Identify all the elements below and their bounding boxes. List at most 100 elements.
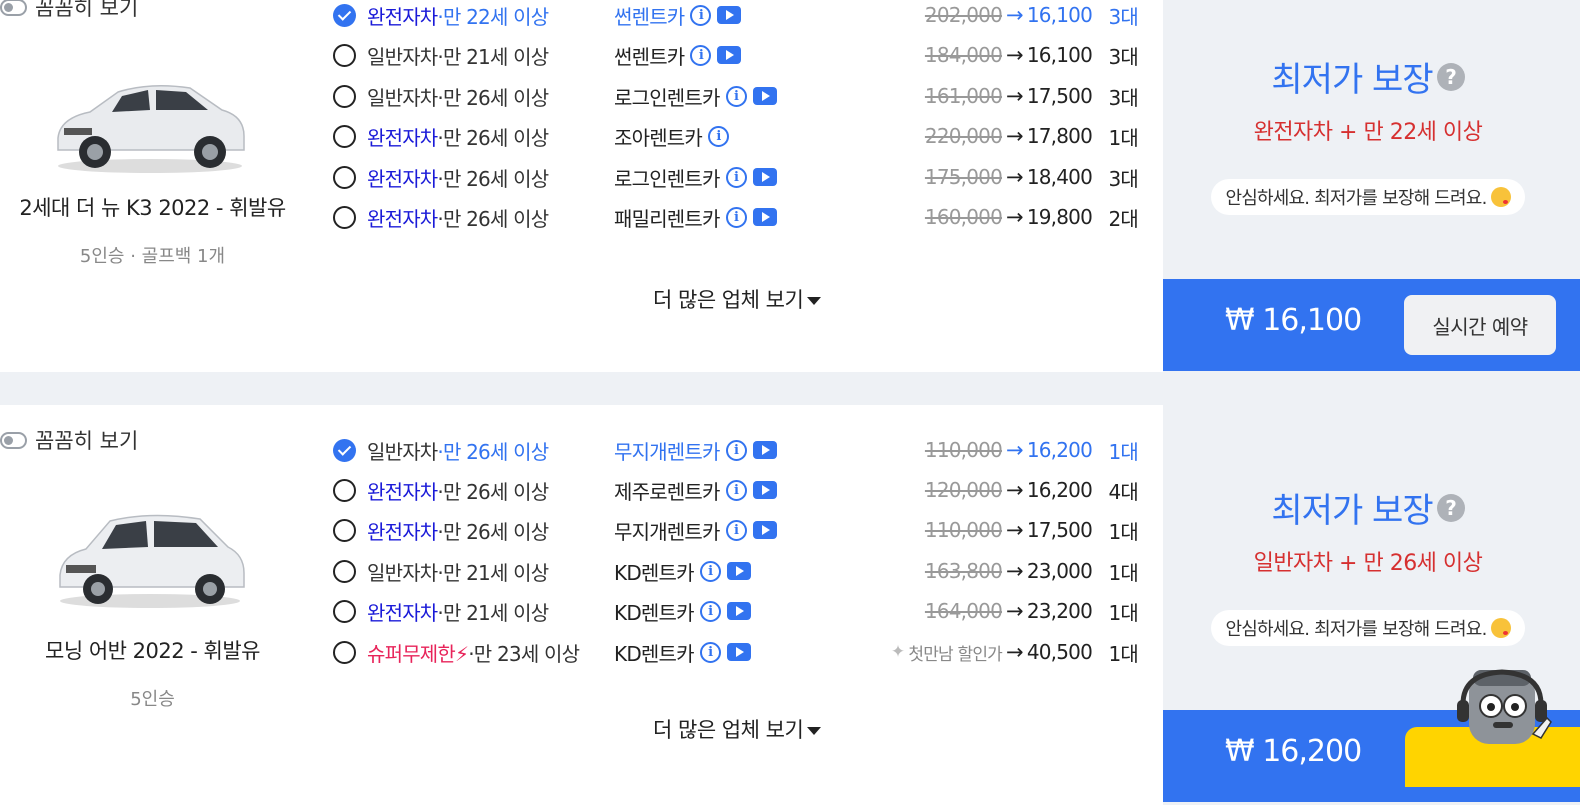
info-icon[interactable]: i — [725, 439, 747, 461]
info-icon[interactable]: i — [708, 125, 729, 147]
help-icon[interactable]: ? — [1436, 493, 1465, 522]
offer-radio[interactable] — [333, 165, 356, 189]
offer-row[interactable]: 일반자차·만 21세 이상 KD렌트카 i 163,800 → 23,000 1대 — [333, 556, 1143, 586]
vendor-name[interactable]: 로그인렌트카 — [614, 163, 720, 192]
video-play-icon[interactable] — [752, 168, 777, 186]
vendor-name[interactable]: 제주로렌트카 — [614, 476, 720, 505]
arrow-right-icon: → — [1006, 438, 1024, 462]
detail-toggle[interactable]: 꼼꼼히 보기 — [0, 425, 138, 455]
vendor-name[interactable]: 패밀리렌트카 — [614, 203, 720, 232]
vendor-name[interactable]: KD렌트카 — [614, 597, 695, 626]
detail-toggle[interactable]: 꼼꼼히 보기 — [0, 0, 138, 22]
reserve-button[interactable]: 실시간 예약 — [1404, 295, 1556, 355]
guarantee-title: 최저가 보장 ? — [1163, 483, 1573, 532]
offer-radio[interactable] — [333, 124, 356, 148]
offer-row[interactable]: 완전자차·만 26세 이상 패밀리렌트카 i 160,000 → 19,800 2대 — [333, 202, 1143, 232]
vendor-name[interactable]: KD렌트카 — [614, 557, 695, 586]
original-price: 220,000 — [924, 124, 1003, 148]
vendor-name[interactable]: 조아렌트카 — [614, 122, 703, 151]
offer-radio[interactable] — [333, 518, 356, 542]
offer-row[interactable]: 완전자차·만 26세 이상 조아렌트카 i 220,000 → 17,800 1대 — [333, 121, 1143, 151]
vendor-name[interactable]: 썬렌트카 — [614, 1, 685, 30]
offer-radio[interactable] — [333, 599, 356, 623]
price-bar: ₩ 16,100 실시간 예약 — [1163, 279, 1580, 371]
car-count: 4대 — [1108, 479, 1138, 504]
assure-text: 안심하세요. 최저가를 보장해 드려요. — [1225, 619, 1487, 640]
caret-down-icon — [807, 726, 822, 735]
vendor: 패밀리렌트카 i — [614, 203, 777, 232]
info-icon[interactable]: i — [690, 4, 712, 26]
guarantee-condition: 완전자차 + 만 22세 이상 — [1253, 120, 1483, 145]
offer-radio[interactable] — [333, 205, 356, 229]
vendor-name[interactable]: KD렌트카 — [614, 638, 695, 667]
final-price: 16,100 — [1026, 3, 1093, 27]
age-condition: ·만 26세 이상 — [437, 519, 549, 544]
plan-name: 완전자차 — [367, 4, 438, 29]
offer-row[interactable]: 완전자차·만 26세 이상 무지개렌트카 i 110,000 → 17,500 1대 — [333, 515, 1143, 545]
info-icon[interactable]: i — [725, 206, 747, 228]
vendor-name[interactable]: 로그인렌트카 — [614, 82, 720, 111]
offer-row[interactable]: 일반자차·만 21세 이상 썬렌트카 i 184,000 → 16,100 3대 — [333, 40, 1143, 70]
offer-radio[interactable] — [333, 84, 356, 108]
toggle-icon[interactable] — [0, 431, 27, 449]
info-icon[interactable]: i — [725, 479, 747, 501]
video-play-icon[interactable] — [717, 46, 742, 64]
car-count: 1대 — [1108, 600, 1138, 625]
vendor-name[interactable]: 무지개렌트카 — [614, 516, 720, 545]
offer-radio[interactable] — [333, 640, 356, 664]
age-condition: ·만 26세 이상 — [437, 125, 549, 150]
guarantee-condition: 일반자차 + 만 26세 이상 — [1253, 551, 1483, 576]
video-play-icon[interactable] — [726, 562, 751, 580]
guarantee-title-text: 최저가 보장 — [1271, 60, 1433, 100]
vendor-name[interactable]: 무지개렌트카 — [614, 436, 720, 465]
offer-radio[interactable] — [333, 43, 356, 67]
offer-row[interactable]: 완전자차·만 21세 이상 KD렌트카 i 164,000 → 23,200 1대 — [333, 596, 1143, 626]
vendor: 썬렌트카 i — [614, 41, 742, 70]
final-price: 17,500 — [1026, 518, 1093, 542]
original-price: 164,000 — [924, 599, 1003, 623]
arrow-right-icon: → — [1006, 84, 1024, 108]
offer-radio[interactable] — [333, 438, 356, 462]
help-icon[interactable]: ? — [1436, 62, 1465, 91]
video-play-icon[interactable] — [752, 87, 777, 105]
toggle-icon[interactable] — [0, 0, 27, 16]
final-price: 18,400 — [1026, 165, 1093, 189]
vendor: 제주로렌트카 i — [614, 476, 777, 505]
info-icon[interactable]: i — [725, 519, 747, 541]
video-play-icon[interactable] — [752, 208, 777, 226]
more-vendors-button[interactable]: 더 많은 업체 보기 — [653, 714, 822, 744]
car-meta: 5인승 — [130, 689, 175, 710]
offer-row[interactable]: 슈퍼무제한⚡·만 23세 이상 KD렌트카 i ✦ 첫만남 할인가 → 40,500 1대 — [333, 637, 1143, 667]
final-price: 23,000 — [1026, 559, 1093, 583]
offer-row[interactable]: 완전자차·만 26세 이상 제주로렌트카 i 120,000 → 16,200 4대 — [333, 475, 1143, 505]
video-play-icon[interactable] — [752, 441, 777, 459]
info-icon[interactable]: i — [725, 85, 747, 107]
car-count: 3대 — [1108, 4, 1138, 29]
offer-radio[interactable] — [333, 3, 356, 27]
video-play-icon[interactable] — [726, 643, 751, 661]
more-vendors-button[interactable]: 더 많은 업체 보기 — [653, 284, 822, 314]
offer-row[interactable]: 완전자차·만 22세 이상 썬렌트카 i 202,000 → 16,100 3대 — [333, 0, 1143, 30]
video-play-icon[interactable] — [717, 6, 742, 24]
info-icon[interactable]: i — [690, 44, 712, 66]
info-icon[interactable]: i — [725, 166, 747, 188]
car-count: 3대 — [1108, 85, 1138, 110]
vendor: 무지개렌트카 i — [614, 516, 777, 545]
kiss-emoji-icon — [1490, 618, 1511, 638]
info-icon[interactable]: i — [699, 641, 721, 663]
plan-name: 슈퍼무제한 — [367, 641, 456, 666]
video-play-icon[interactable] — [752, 481, 777, 499]
original-price: 163,800 — [924, 559, 1003, 583]
vendor-name[interactable]: 썬렌트카 — [614, 41, 685, 70]
offer-row[interactable]: 완전자차·만 26세 이상 로그인렌트카 i 175,000 → 18,400 3대 — [333, 162, 1143, 192]
mascot-icon[interactable] — [1455, 664, 1555, 754]
video-play-icon[interactable] — [752, 521, 777, 539]
offer-row[interactable]: 일반자차·만 26세 이상 무지개렌트카 i 110,000 → 16,200 1대 — [333, 435, 1143, 465]
offer-radio[interactable] — [333, 478, 356, 502]
offer-row[interactable]: 일반자차·만 26세 이상 로그인렌트카 i 161,000 → 17,500 3대 — [333, 81, 1143, 111]
info-icon[interactable]: i — [699, 600, 721, 622]
kiss-emoji-icon — [1490, 187, 1511, 207]
offer-radio[interactable] — [333, 559, 356, 583]
info-icon[interactable]: i — [699, 560, 721, 582]
video-play-icon[interactable] — [726, 602, 751, 620]
